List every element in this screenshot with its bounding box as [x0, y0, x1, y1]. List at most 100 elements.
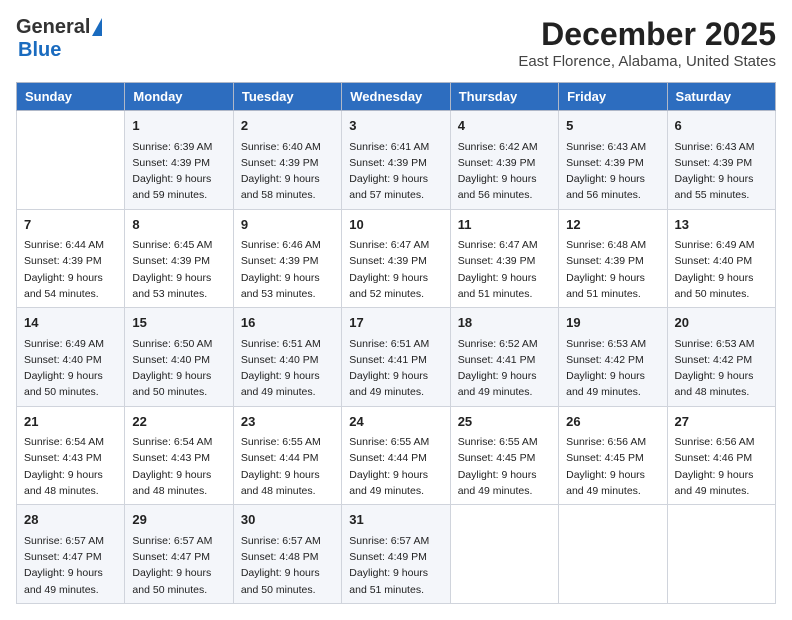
- calendar-cell: 3Sunrise: 6:41 AM Sunset: 4:39 PM Daylig…: [342, 111, 450, 210]
- day-info: Sunrise: 6:42 AM Sunset: 4:39 PM Dayligh…: [458, 139, 551, 204]
- day-number: 24: [349, 412, 442, 432]
- day-number: 14: [24, 313, 117, 333]
- calendar-week-row: 7Sunrise: 6:44 AM Sunset: 4:39 PM Daylig…: [17, 209, 776, 308]
- calendar-table: SundayMondayTuesdayWednesdayThursdayFrid…: [16, 82, 776, 604]
- weekday-header: Saturday: [667, 83, 775, 111]
- day-number: 20: [675, 313, 768, 333]
- day-number: 7: [24, 215, 117, 235]
- calendar-cell: 8Sunrise: 6:45 AM Sunset: 4:39 PM Daylig…: [125, 209, 233, 308]
- day-info: Sunrise: 6:49 AM Sunset: 4:40 PM Dayligh…: [675, 237, 768, 302]
- calendar-week-row: 14 Sunrise: 6:49 AM Sunset: 4:40 PM Dayli…: [17, 308, 776, 407]
- calendar-cell: 13Sunrise: 6:49 AM Sunset: 4:40 PM Dayli…: [667, 209, 775, 308]
- day-info: Sunrise: 6:54 AM Sunset: 4:43 PM Dayligh…: [132, 434, 225, 499]
- day-number: 1: [132, 116, 225, 136]
- calendar-cell: 21Sunrise: 6:54 AM Sunset: 4:43 PM Dayli…: [17, 406, 125, 505]
- day-number: 8: [132, 215, 225, 235]
- calendar-cell: 15 Sunrise: 6:50 AM Sunset: 4:40 PM Dayli…: [125, 308, 233, 407]
- day-number: 23: [241, 412, 334, 432]
- calendar-cell: 11Sunrise: 6:47 AM Sunset: 4:39 PM Dayli…: [450, 209, 558, 308]
- day-number: 13: [675, 215, 768, 235]
- calendar-cell: 10Sunrise: 6:47 AM Sunset: 4:39 PM Dayli…: [342, 209, 450, 308]
- calendar-cell: 27Sunrise: 6:56 AM Sunset: 4:46 PM Dayli…: [667, 406, 775, 505]
- day-info: Sunrise: 6:56 AM Sunset: 4:45 PM Dayligh…: [566, 434, 659, 499]
- day-info: Sunrise: 6:43 AM Sunset: 4:39 PM Dayligh…: [675, 139, 768, 204]
- day-number: 6: [675, 116, 768, 136]
- day-number: 21: [24, 412, 117, 432]
- day-info: Sunrise: 6:53 AM Sunset: 4:42 PM Dayligh…: [675, 336, 768, 401]
- day-info: Sunrise: 6:55 AM Sunset: 4:45 PM Dayligh…: [458, 434, 551, 499]
- day-info: Sunrise: 6:51 AM Sunset: 4:41 PM Dayligh…: [349, 336, 442, 401]
- calendar-cell: 5 Sunrise: 6:43 AM Sunset: 4:39 PM Daylig…: [559, 111, 667, 210]
- weekday-header: Sunday: [17, 83, 125, 111]
- day-info: Sunrise: 6:55 AM Sunset: 4:44 PM Dayligh…: [241, 434, 334, 499]
- calendar-cell: 17 Sunrise: 6:51 AM Sunset: 4:41 PM Dayli…: [342, 308, 450, 407]
- calendar-cell: [559, 505, 667, 604]
- logo-general-text: General: [16, 16, 90, 39]
- day-info: Sunrise: 6:50 AM Sunset: 4:40 PM Dayligh…: [132, 336, 225, 401]
- day-number: 4: [458, 116, 551, 136]
- logo-triangle-icon: [92, 18, 102, 36]
- day-number: 2: [241, 116, 334, 136]
- calendar-cell: 28 Sunrise: 6:57 AM Sunset: 4:47 PM Dayli…: [17, 505, 125, 604]
- calendar-week-row: 1 Sunrise: 6:39 AM Sunset: 4:39 PM Daylig…: [17, 111, 776, 210]
- day-number: 27: [675, 412, 768, 432]
- day-info: Sunrise: 6:51 AM Sunset: 4:40 PM Dayligh…: [241, 336, 334, 401]
- weekday-header: Monday: [125, 83, 233, 111]
- day-info: Sunrise: 6:44 AM Sunset: 4:39 PM Dayligh…: [24, 237, 117, 302]
- page-title: December 2025: [518, 16, 776, 53]
- weekday-header: Tuesday: [233, 83, 341, 111]
- day-number: 19: [566, 313, 659, 333]
- day-info: Sunrise: 6:53 AM Sunset: 4:42 PM Dayligh…: [566, 336, 659, 401]
- day-number: 15: [132, 313, 225, 333]
- day-info: Sunrise: 6:48 AM Sunset: 4:39 PM Dayligh…: [566, 237, 659, 302]
- calendar-cell: 12Sunrise: 6:48 AM Sunset: 4:39 PM Dayli…: [559, 209, 667, 308]
- day-info: Sunrise: 6:39 AM Sunset: 4:39 PM Dayligh…: [132, 139, 225, 204]
- day-info: Sunrise: 6:57 AM Sunset: 4:47 PM Dayligh…: [132, 533, 225, 598]
- calendar-cell: 1 Sunrise: 6:39 AM Sunset: 4:39 PM Daylig…: [125, 111, 233, 210]
- calendar-cell: 31Sunrise: 6:57 AM Sunset: 4:49 PM Dayli…: [342, 505, 450, 604]
- day-info: Sunrise: 6:54 AM Sunset: 4:43 PM Dayligh…: [24, 434, 117, 499]
- day-number: 11: [458, 215, 551, 235]
- calendar-cell: 30 Sunrise: 6:57 AM Sunset: 4:48 PM Dayli…: [233, 505, 341, 604]
- day-info: Sunrise: 6:57 AM Sunset: 4:48 PM Dayligh…: [241, 533, 334, 598]
- day-number: 17: [349, 313, 442, 333]
- day-info: Sunrise: 6:47 AM Sunset: 4:39 PM Dayligh…: [458, 237, 551, 302]
- day-number: 28: [24, 510, 117, 530]
- day-info: Sunrise: 6:49 AM Sunset: 4:40 PM Dayligh…: [24, 336, 117, 401]
- calendar-week-row: 28 Sunrise: 6:57 AM Sunset: 4:47 PM Dayli…: [17, 505, 776, 604]
- calendar-cell: 25Sunrise: 6:55 AM Sunset: 4:45 PM Dayli…: [450, 406, 558, 505]
- day-info: Sunrise: 6:40 AM Sunset: 4:39 PM Dayligh…: [241, 139, 334, 204]
- calendar-cell: [17, 111, 125, 210]
- day-info: Sunrise: 6:46 AM Sunset: 4:39 PM Dayligh…: [241, 237, 334, 302]
- calendar-cell: [667, 505, 775, 604]
- weekday-header: Friday: [559, 83, 667, 111]
- day-number: 30: [241, 510, 334, 530]
- calendar-cell: [450, 505, 558, 604]
- page-header: General Blue December 2025 East Florence…: [16, 16, 776, 70]
- calendar-cell: 29Sunrise: 6:57 AM Sunset: 4:47 PM Dayli…: [125, 505, 233, 604]
- day-info: Sunrise: 6:57 AM Sunset: 4:49 PM Dayligh…: [349, 533, 442, 598]
- calendar-cell: 20 Sunrise: 6:53 AM Sunset: 4:42 PM Dayli…: [667, 308, 775, 407]
- day-number: 10: [349, 215, 442, 235]
- day-info: Sunrise: 6:45 AM Sunset: 4:39 PM Dayligh…: [132, 237, 225, 302]
- calendar-cell: 7Sunrise: 6:44 AM Sunset: 4:39 PM Daylig…: [17, 209, 125, 308]
- calendar-cell: 16 Sunrise: 6:51 AM Sunset: 4:40 PM Dayli…: [233, 308, 341, 407]
- day-number: 16: [241, 313, 334, 333]
- calendar-cell: 14 Sunrise: 6:49 AM Sunset: 4:40 PM Dayli…: [17, 308, 125, 407]
- day-info: Sunrise: 6:41 AM Sunset: 4:39 PM Dayligh…: [349, 139, 442, 204]
- header-row: SundayMondayTuesdayWednesdayThursdayFrid…: [17, 83, 776, 111]
- calendar-cell: 19 Sunrise: 6:53 AM Sunset: 4:42 PM Dayli…: [559, 308, 667, 407]
- day-number: 26: [566, 412, 659, 432]
- day-number: 12: [566, 215, 659, 235]
- day-number: 5: [566, 116, 659, 136]
- day-info: Sunrise: 6:56 AM Sunset: 4:46 PM Dayligh…: [675, 434, 768, 499]
- calendar-cell: 24Sunrise: 6:55 AM Sunset: 4:44 PM Dayli…: [342, 406, 450, 505]
- day-number: 25: [458, 412, 551, 432]
- logo: General Blue: [16, 16, 102, 62]
- day-info: Sunrise: 6:43 AM Sunset: 4:39 PM Dayligh…: [566, 139, 659, 204]
- calendar-cell: 6 Sunrise: 6:43 AM Sunset: 4:39 PM Daylig…: [667, 111, 775, 210]
- day-info: Sunrise: 6:55 AM Sunset: 4:44 PM Dayligh…: [349, 434, 442, 499]
- day-info: Sunrise: 6:57 AM Sunset: 4:47 PM Dayligh…: [24, 533, 117, 598]
- title-block: December 2025 East Florence, Alabama, Un…: [518, 16, 776, 70]
- calendar-cell: 2 Sunrise: 6:40 AM Sunset: 4:39 PM Daylig…: [233, 111, 341, 210]
